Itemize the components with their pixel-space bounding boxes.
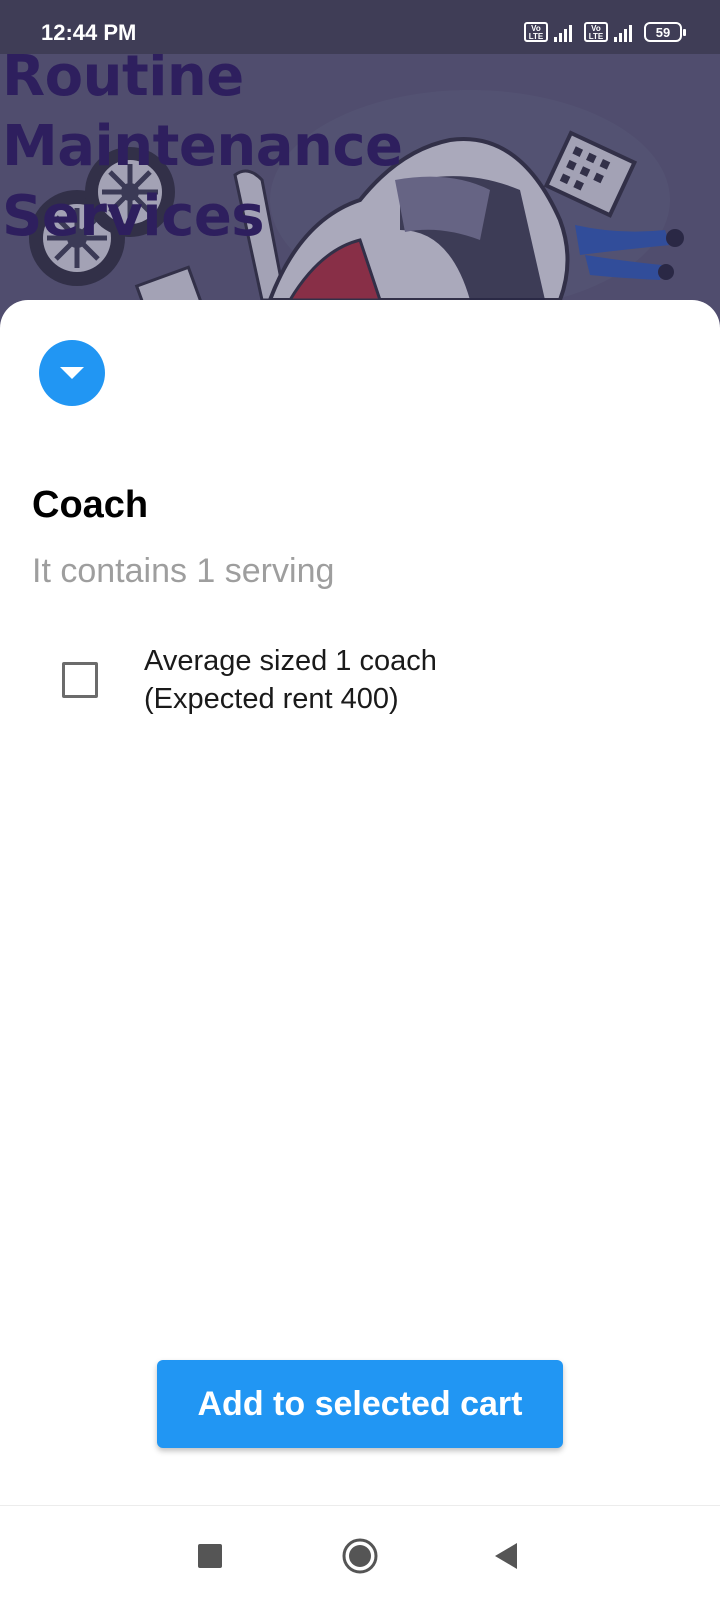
status-time: 12:44 PM <box>41 20 137 45</box>
signal-icon <box>614 22 632 42</box>
battery-icon: 59 <box>644 22 686 42</box>
caret-down-icon <box>60 367 84 379</box>
option-item[interactable]: Average sized 1 coach (Expected rent 400… <box>58 640 658 720</box>
section-subtitle: It contains 1 serving <box>32 552 335 590</box>
navigation-bar <box>0 1505 720 1600</box>
add-to-cart-button[interactable]: Add to selected cart <box>157 1360 563 1448</box>
section-title: Coach <box>32 484 149 526</box>
bottom-sheet: Coach It contains 1 serving Average size… <box>0 300 720 1505</box>
option-checkbox[interactable] <box>62 662 98 698</box>
collapse-toggle-button[interactable] <box>39 340 105 406</box>
option-label: Average sized 1 coach (Expected rent 400… <box>144 642 437 718</box>
volte-icon: Vo LTE <box>524 22 548 42</box>
signal-icon <box>554 22 572 42</box>
battery-percent: 59 <box>655 25 671 40</box>
back-triangle-icon[interactable] <box>484 1534 528 1578</box>
option-label-line2: (Expected rent 400) <box>144 683 399 715</box>
home-circle-icon[interactable] <box>338 1534 382 1578</box>
recents-square-icon[interactable] <box>188 1534 232 1578</box>
status-icons: Vo LTE Vo LTE 59 <box>524 22 686 42</box>
screen: Routine Maintenance Services 12:44 PM Vo… <box>0 0 720 1600</box>
status-bar: 12:44 PM Vo LTE Vo LTE 59 <box>0 0 720 54</box>
page-title: Routine Maintenance Services <box>2 44 403 249</box>
option-label-line1: Average sized 1 coach <box>144 645 437 677</box>
volte-icon: Vo LTE <box>584 22 608 42</box>
